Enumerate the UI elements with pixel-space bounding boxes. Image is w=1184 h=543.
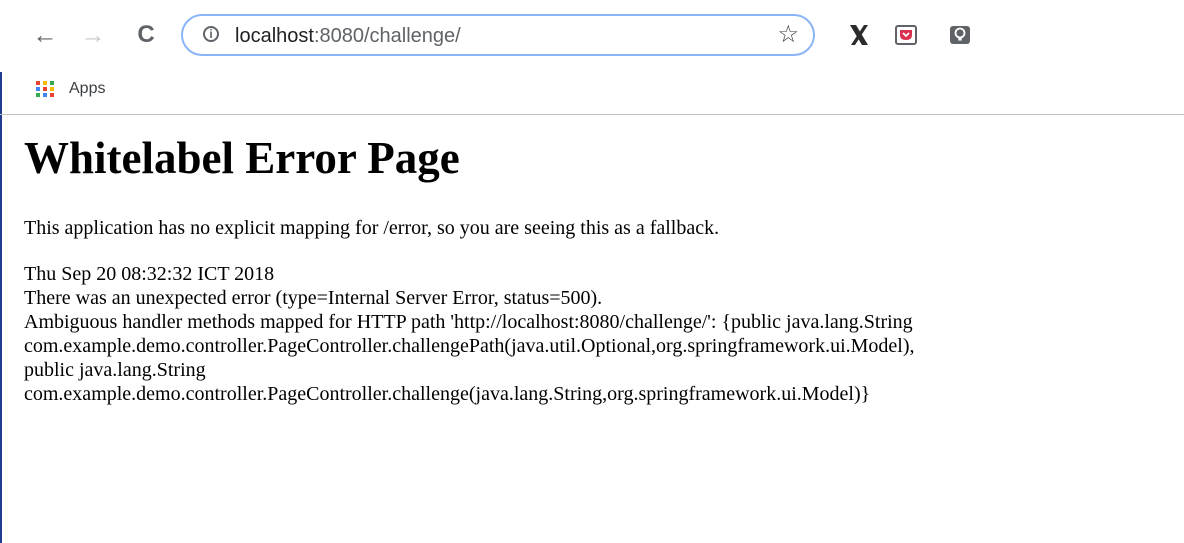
back-button[interactable]: ← <box>30 20 60 50</box>
back-arrow-icon: ← <box>32 21 58 49</box>
reload-icon: C <box>137 21 155 48</box>
toolbar-divider <box>0 114 1184 115</box>
error-description: This application has no explicit mapping… <box>24 217 720 239</box>
error-timestamp: Thu Sep 20 08:32:32 ICT 2018 <box>24 263 275 285</box>
browser-toolbar: ← → C i localhost:8080/challenge/ ☆ Apps <box>0 0 1184 97</box>
error-page-content: Whitelabel Error Page This application h… <box>24 118 1174 406</box>
error-message-line: Ambiguous handler methods mapped for HTT… <box>24 311 913 333</box>
info-icon[interactable]: i <box>203 26 219 42</box>
error-message-line: com.example.demo.controller.PageControll… <box>24 383 871 405</box>
url-path: :8080/challenge/ <box>313 25 461 47</box>
pocket-icon[interactable] <box>892 20 920 50</box>
window-left-edge <box>0 0 2 543</box>
error-details: Thu Sep 20 08:32:32 ICT 2018 There was a… <box>24 262 1174 406</box>
bookmark-star-icon[interactable]: ☆ <box>777 22 799 48</box>
lightbulb-icon[interactable] <box>946 20 974 50</box>
reload-button[interactable]: C <box>131 20 161 50</box>
address-bar[interactable]: i localhost:8080/challenge/ ☆ <box>181 14 815 56</box>
apps-label: Apps <box>69 80 106 97</box>
page-title: Whitelabel Error Page <box>24 133 460 183</box>
error-message-line: public java.lang.String <box>24 359 206 381</box>
forward-button[interactable]: → <box>78 20 108 50</box>
error-message-line: com.example.demo.controller.PageControll… <box>24 335 915 357</box>
forward-arrow-icon: → <box>80 21 106 49</box>
x-extension-icon[interactable] <box>845 20 873 50</box>
url-host: localhost <box>235 25 314 47</box>
url-text[interactable]: localhost:8080/challenge/ <box>235 24 461 48</box>
error-type-line: There was an unexpected error (type=Inte… <box>24 287 603 309</box>
apps-grid-icon <box>36 81 54 97</box>
